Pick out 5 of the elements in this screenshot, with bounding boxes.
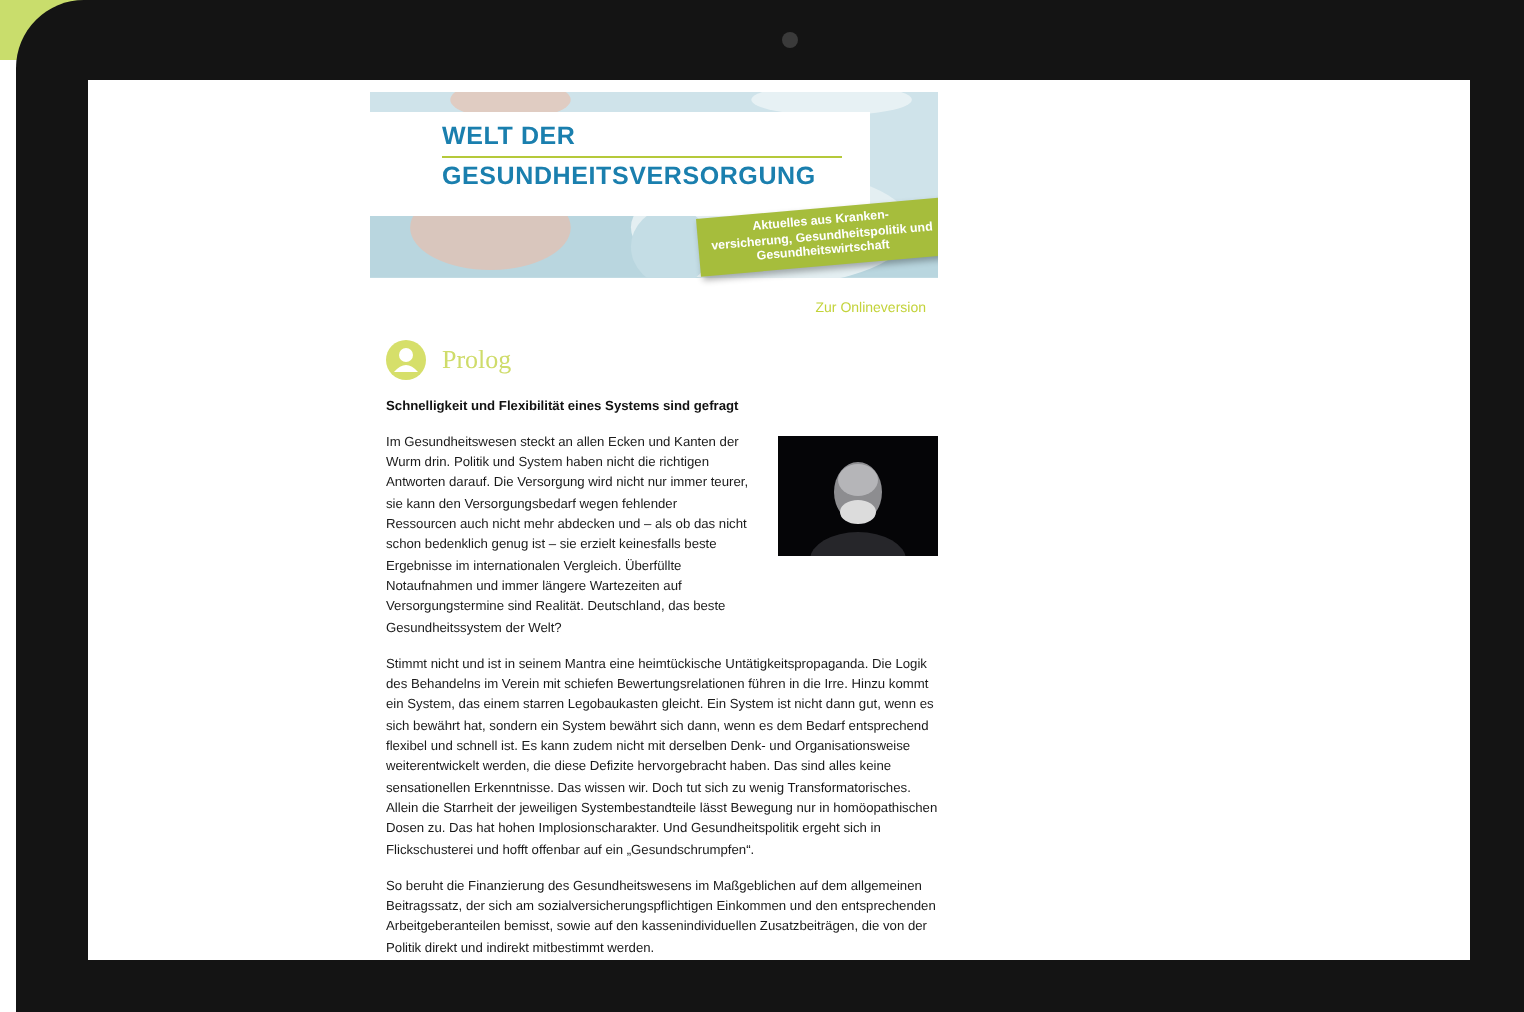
section-title: Prolog bbox=[442, 343, 512, 376]
newsletter-title: WELT DER bbox=[442, 124, 576, 150]
person-icon bbox=[386, 339, 426, 380]
newsletter-title: GESUNDHEITSVERSORGUNG bbox=[442, 164, 816, 190]
camera-icon bbox=[782, 32, 798, 48]
